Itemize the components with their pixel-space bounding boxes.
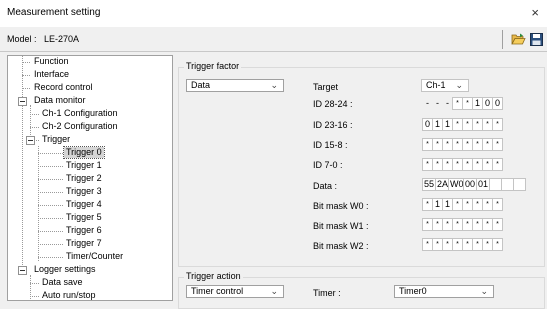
id-15-8-cells: * * * * * * * * bbox=[422, 138, 503, 151]
timer-label: Timer : bbox=[313, 288, 341, 298]
chevron-down-icon: ⌄ bbox=[480, 286, 488, 296]
id-cell[interactable]: * bbox=[492, 138, 503, 151]
data-byte-cell[interactable]: W0 bbox=[448, 178, 464, 191]
tree-item-timer-counter[interactable]: Timer/Counter bbox=[66, 251, 123, 262]
folder-open-icon[interactable] bbox=[510, 31, 526, 47]
tree-item-logger-settings[interactable]: Logger settings bbox=[34, 264, 96, 275]
trigger-factor-value: Data bbox=[191, 80, 211, 90]
id-7-0-cells: * * * * * * * * bbox=[422, 158, 503, 171]
bit-mask-w2-cells: * * * * * * * * bbox=[422, 238, 503, 251]
id-cell[interactable]: 0 bbox=[492, 97, 503, 110]
data-byte-cell[interactable]: 55 bbox=[422, 178, 436, 191]
data-byte-cell[interactable] bbox=[513, 178, 526, 191]
settings-tree: Function Interface Record control Data m… bbox=[7, 55, 173, 301]
save-disk-icon[interactable] bbox=[528, 31, 544, 47]
timer-select[interactable]: Timer0 ⌄ bbox=[394, 285, 494, 298]
bit-mask-w1-label: Bit mask W1 : bbox=[313, 221, 369, 231]
target-label: Target bbox=[313, 82, 339, 92]
tree-item-auto-run-stop[interactable]: Auto run/stop bbox=[42, 290, 96, 300]
tree-item-trigger-7[interactable]: Trigger 7 bbox=[66, 238, 102, 249]
tree-item-interface[interactable]: Interface bbox=[34, 69, 69, 80]
data-byte-cell[interactable]: 01 bbox=[476, 178, 490, 191]
tree-item-data-save[interactable]: Data save bbox=[42, 277, 83, 288]
trigger-factor-title: Trigger factor bbox=[184, 61, 242, 71]
model-value: LE-270A bbox=[44, 34, 80, 44]
id-15-8-label: ID 15-8 : bbox=[313, 140, 348, 150]
tree-item-trigger-2[interactable]: Trigger 2 bbox=[66, 173, 102, 184]
tree-item-trigger-6[interactable]: Trigger 6 bbox=[66, 225, 102, 236]
id-cell[interactable]: * bbox=[492, 118, 503, 131]
tree-item-record-control[interactable]: Record control bbox=[34, 82, 93, 93]
id-cell[interactable]: * bbox=[492, 158, 503, 171]
target-value: Ch-1 bbox=[426, 80, 446, 90]
bit-mask-w1-cells: * * * * * * * * bbox=[422, 218, 503, 231]
id-23-16-cells: 0 1 1 * * * * * bbox=[422, 118, 503, 131]
id-28-24-label: ID 28-24 : bbox=[313, 99, 353, 109]
data-label: Data : bbox=[313, 181, 338, 191]
tree-item-trigger-0[interactable]: Trigger 0 bbox=[63, 146, 105, 159]
trigger-action-value: Timer control bbox=[191, 286, 244, 296]
trigger-action-select[interactable]: Timer control ⌄ bbox=[186, 285, 284, 298]
window-title: Measurement setting bbox=[7, 7, 101, 18]
tree-item-trigger-4[interactable]: Trigger 4 bbox=[66, 199, 102, 210]
bit-mask-w0-label: Bit mask W0 : bbox=[313, 201, 369, 211]
tree-item-ch2-configuration[interactable]: Ch-2 Configuration bbox=[42, 121, 118, 132]
mask-cell[interactable]: * bbox=[492, 198, 503, 211]
data-byte-cell[interactable]: 2A bbox=[435, 178, 449, 191]
model-label: Model : bbox=[7, 34, 37, 44]
toolbar-separator bbox=[502, 30, 503, 49]
data-cells: 55 2A W0 00 01 bbox=[422, 178, 526, 191]
tree-item-trigger-1[interactable]: Trigger 1 bbox=[66, 160, 102, 171]
chevron-down-icon: ⌄ bbox=[455, 80, 463, 90]
trigger-factor-select[interactable]: Data ⌄ bbox=[186, 79, 284, 92]
timer-value: Timer0 bbox=[399, 286, 427, 296]
tree-item-ch1-configuration[interactable]: Ch-1 Configuration bbox=[42, 108, 118, 119]
tree-item-trigger-5[interactable]: Trigger 5 bbox=[66, 212, 102, 223]
data-monitor-collapse-icon[interactable] bbox=[18, 97, 27, 106]
data-byte-cell[interactable]: 00 bbox=[463, 178, 477, 191]
id-23-16-label: ID 23-16 : bbox=[313, 120, 353, 130]
id-28-24-cells: - - - * * 1 0 0 bbox=[423, 97, 503, 110]
bit-mask-w2-label: Bit mask W2 : bbox=[313, 241, 369, 251]
trigger-collapse-icon[interactable] bbox=[26, 136, 35, 145]
logger-collapse-icon[interactable] bbox=[18, 266, 27, 275]
id-7-0-label: ID 7-0 : bbox=[313, 160, 343, 170]
mask-cell[interactable]: * bbox=[492, 238, 503, 251]
tree-item-function[interactable]: Function bbox=[34, 56, 69, 67]
bit-mask-w0-cells: * 1 1 * * * * * bbox=[422, 198, 503, 211]
chevron-down-icon: ⌄ bbox=[270, 286, 278, 296]
mask-cell[interactable]: * bbox=[492, 218, 503, 231]
trigger-action-title: Trigger action bbox=[184, 271, 243, 281]
tree-item-trigger[interactable]: Trigger bbox=[42, 134, 70, 145]
chevron-down-icon: ⌄ bbox=[270, 80, 278, 90]
close-icon[interactable]: × bbox=[531, 5, 539, 20]
target-select[interactable]: Ch-1 ⌄ bbox=[421, 79, 469, 92]
tree-item-trigger-3[interactable]: Trigger 3 bbox=[66, 186, 102, 197]
model-bar bbox=[0, 27, 547, 52]
tree-item-data-monitor[interactable]: Data monitor bbox=[34, 95, 86, 106]
